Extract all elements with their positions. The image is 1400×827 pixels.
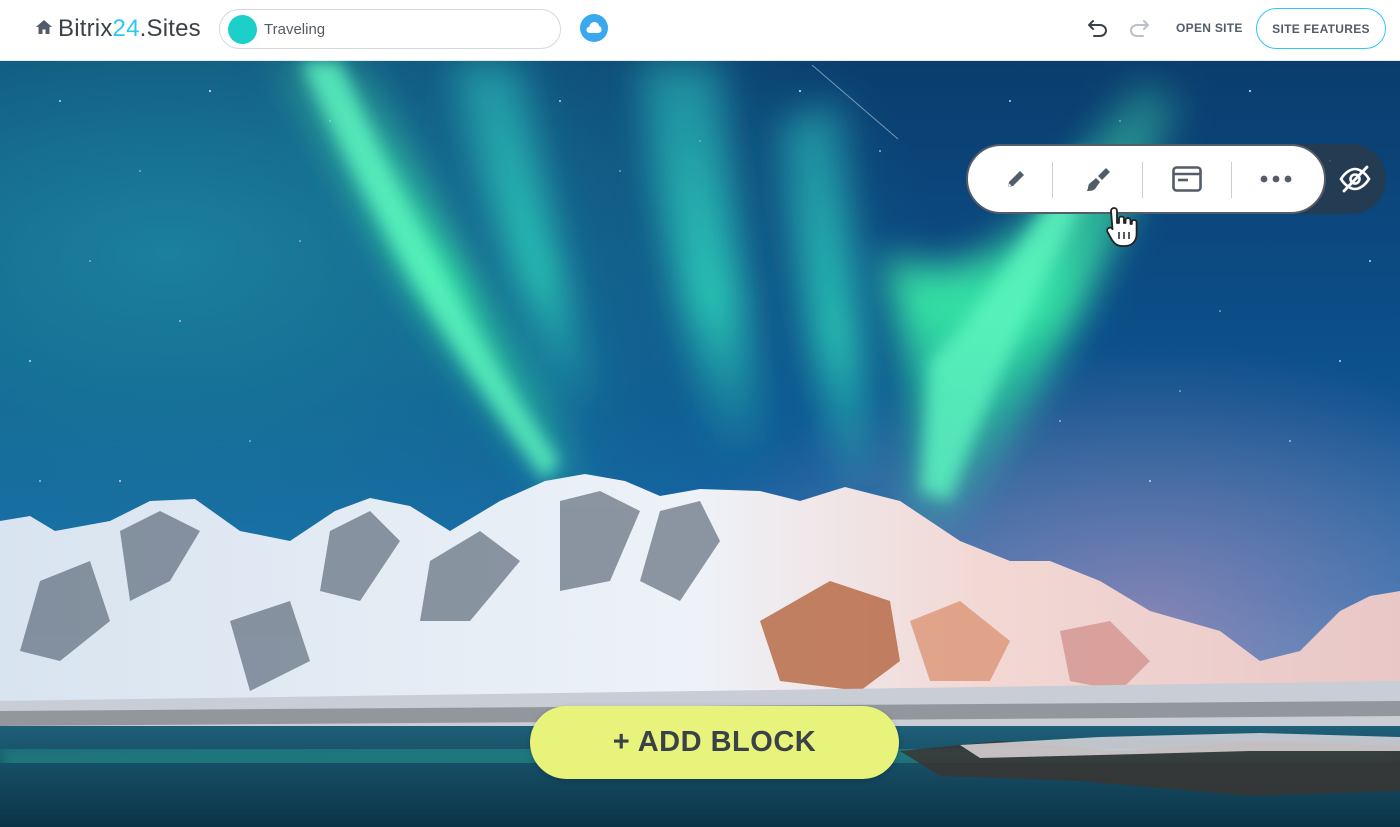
block-toolbar-actions	[966, 144, 1326, 214]
brush-icon	[1087, 168, 1110, 191]
eye-off-icon	[1339, 165, 1371, 193]
edit-block-button[interactable]	[976, 146, 1056, 212]
site-selector[interactable]: Traveling	[219, 9, 561, 49]
open-site-link[interactable]: OPEN SITE	[1176, 21, 1243, 35]
block-settings-button[interactable]	[1147, 146, 1227, 212]
brand-logo[interactable]: Bitrix24.Sites	[58, 14, 201, 44]
design-block-button[interactable]	[1059, 146, 1139, 212]
hero-block[interactable]: + ADD BLOCK	[0, 61, 1400, 827]
toolbar-divider	[1142, 162, 1143, 198]
cloud-icon	[586, 22, 602, 33]
site-color-dot	[228, 15, 257, 44]
brand-number: 24	[112, 15, 140, 42]
add-block-button[interactable]: + ADD BLOCK	[530, 706, 899, 779]
home-icon[interactable]	[35, 19, 53, 35]
more-icon	[1260, 175, 1292, 183]
publish-cloud-button[interactable]	[580, 14, 608, 42]
site-name: Traveling	[264, 21, 326, 38]
top-bar: Bitrix24.Sites Traveling OPEN SITE SITE …	[0, 0, 1400, 61]
site-features-button[interactable]: SITE FEATURES	[1256, 8, 1386, 49]
hide-block-button[interactable]	[1326, 144, 1386, 214]
brand-name: Bitrix	[58, 15, 113, 42]
window-icon	[1172, 166, 1202, 192]
undo-icon[interactable]	[1087, 18, 1109, 38]
toolbar-divider	[1052, 162, 1053, 198]
pencil-icon	[1008, 171, 1024, 187]
more-actions-button[interactable]	[1236, 146, 1316, 212]
brand-suffix: .Sites	[139, 15, 201, 42]
block-toolbar	[966, 144, 1386, 214]
redo-icon[interactable]	[1128, 18, 1150, 38]
toolbar-divider	[1231, 162, 1232, 198]
